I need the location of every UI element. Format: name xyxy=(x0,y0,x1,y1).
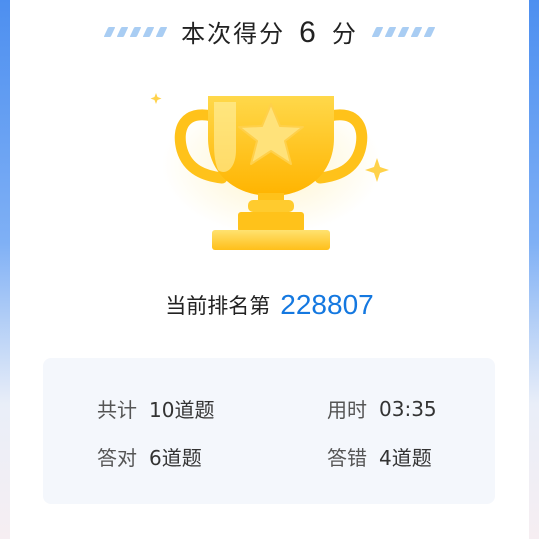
score-text: 本次得分 6 分 xyxy=(181,14,358,50)
stat-correct: 答对 6道题 xyxy=(97,442,202,471)
stat-time: 用时 03:35 xyxy=(327,394,437,423)
stat-time-value: 03:35 xyxy=(379,396,437,421)
score-value: 6 xyxy=(299,16,318,49)
ranking-label: 当前排名第 xyxy=(165,294,271,318)
stat-wrong-label: 答错 xyxy=(327,446,367,470)
ranking-value: 228807 xyxy=(280,289,374,320)
stat-wrong: 答错 4道题 xyxy=(327,442,432,471)
decorative-dashes-right xyxy=(371,27,436,37)
score-header: 本次得分 6 分 xyxy=(0,10,539,54)
score-suffix: 分 xyxy=(331,20,358,48)
stats-panel: 共计 10道题 用时 03:35 答对 6道题 答错 4道题 xyxy=(43,358,495,504)
stat-correct-value: 6道题 xyxy=(149,446,202,470)
stat-wrong-value: 4道题 xyxy=(379,446,432,470)
stat-correct-label: 答对 xyxy=(97,446,137,470)
score-prefix: 本次得分 xyxy=(181,20,286,48)
stat-total: 共计 10道题 xyxy=(97,394,214,423)
stat-total-label: 共计 xyxy=(97,398,137,422)
decorative-dashes-left xyxy=(103,27,168,37)
stat-total-value: 10道题 xyxy=(149,398,215,422)
stat-time-label: 用时 xyxy=(327,398,367,422)
ranking-row: 当前排名第 228807 xyxy=(0,283,539,327)
